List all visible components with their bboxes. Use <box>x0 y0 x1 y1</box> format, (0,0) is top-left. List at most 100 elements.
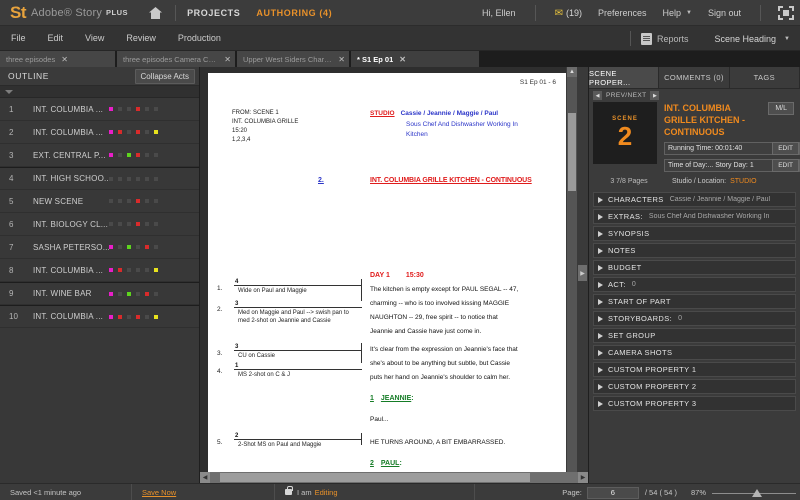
nav-projects[interactable]: PROJECTS <box>187 8 240 18</box>
outline-filter-row[interactable] <box>0 86 199 98</box>
shot-block-4[interactable]: 1 MS 2-shot on C & J <box>234 363 362 379</box>
tab-comments[interactable]: COMMENTS (0) <box>659 67 729 88</box>
shot-block-3[interactable]: 3 CU on Cassie <box>234 344 362 360</box>
reports-button[interactable]: Reports <box>657 34 689 44</box>
outline-row-number: 10 <box>9 312 33 321</box>
time-of-day-field[interactable]: Time of Day:... Story Day: 1 EDIT <box>664 159 800 172</box>
outline-empty-area <box>0 406 199 484</box>
shot-rule <box>234 350 362 351</box>
time-of-day-edit-button[interactable]: EDIT <box>772 159 799 172</box>
fullscreen-icon[interactable] <box>778 6 794 20</box>
property-accordion[interactable]: CUSTOM PROPERTY 1 <box>593 362 796 377</box>
menu-divider <box>630 31 631 46</box>
outline-row[interactable]: 4INT. HIGH SCHOO... <box>0 167 199 190</box>
messages-button[interactable]: ✉ (19) <box>555 8 582 19</box>
outline-row-tags <box>109 315 158 319</box>
save-now-link[interactable]: Save Now <box>142 488 176 497</box>
chevron-left-icon[interactable]: ◀ <box>593 91 602 100</box>
nav-authoring[interactable]: AUTHORING (4) <box>256 8 332 18</box>
action-paragraph-3[interactable]: HE TURNS AROUND, A BIT EMBARRASSED. <box>370 436 522 450</box>
property-accordion[interactable]: ACT:0 <box>593 277 796 292</box>
property-accordion[interactable]: EXTRAS:Sous Chef And Dishwasher Working … <box>593 209 796 224</box>
preferences-link[interactable]: Preferences <box>598 8 647 18</box>
element-type-select[interactable]: Scene Heading ▼ <box>715 34 797 44</box>
property-accordion[interactable]: SYNOPSIS <box>593 226 796 241</box>
outline-tag-dot <box>145 268 149 272</box>
close-icon[interactable]: ✕ <box>338 55 345 64</box>
scroll-thumb[interactable] <box>568 113 576 191</box>
tab-tags[interactable]: TAGS <box>730 67 800 88</box>
home-icon[interactable] <box>146 4 164 22</box>
property-accordion-list[interactable]: CHARACTERSCassie / Jeannie / Maggie / Pa… <box>589 192 800 413</box>
shot-block-1[interactable]: 4 Wide on Paul and Maggie <box>234 279 362 295</box>
property-accordion[interactable]: CAMERA SHOTS <box>593 345 796 360</box>
hscroll-thumb[interactable] <box>220 473 530 482</box>
close-icon[interactable]: ✕ <box>61 55 68 64</box>
ml-button[interactable]: M/L <box>768 102 794 115</box>
page-horizontal-scrollbar[interactable]: ◀ ▶ <box>200 472 588 483</box>
outline-row-name: INT. COLUMBIA ... <box>33 105 109 114</box>
outline-row[interactable]: 8INT. COLUMBIA ... <box>0 259 199 282</box>
tab-camera-cards[interactable]: three episodes Camera Cards 1 ✕ <box>117 51 235 67</box>
property-accordion[interactable]: STORYBOARDS:0 <box>593 311 796 326</box>
menu-view[interactable]: View <box>74 33 115 43</box>
sign-out-link[interactable]: Sign out <box>708 8 741 18</box>
collapse-acts-button[interactable]: Collapse Acts <box>135 69 195 84</box>
scroll-left-icon[interactable]: ◀ <box>200 472 210 483</box>
tab-scene-properties[interactable]: SCENE PROPER... <box>589 67 659 88</box>
menu-bar-right: Reports Scene Heading ▼ <box>630 26 796 51</box>
outline-row[interactable]: 7SASHA PETERSO... <box>0 236 199 259</box>
action-paragraph-2[interactable]: It's clear from the expression on Jeanni… <box>370 343 522 385</box>
chevron-right-icon[interactable]: ▶ <box>650 91 659 100</box>
scroll-right-icon[interactable]: ▶ <box>578 472 588 483</box>
property-accordion[interactable]: CHARACTERSCassie / Jeannie / Maggie / Pa… <box>593 192 796 207</box>
outline-tag-dot <box>127 315 131 319</box>
tab-upper-west-siders[interactable]: Upper West Siders Character ... ✕ <box>237 51 349 67</box>
property-accordion[interactable]: SET GROUP <box>593 328 796 343</box>
outline-row[interactable]: 5NEW SCENE <box>0 190 199 213</box>
menu-file[interactable]: File <box>0 33 37 43</box>
help-menu[interactable]: Help ▼ <box>663 8 692 18</box>
dialogue-block-1[interactable]: 1JEANNIE: Paul... <box>370 395 520 426</box>
running-time-edit-button[interactable]: EDIT <box>772 142 799 155</box>
shot-block-2[interactable]: 3 Med on Maggie and Paul --> swish pan t… <box>234 301 362 325</box>
property-accordion[interactable]: NOTES <box>593 243 796 258</box>
shot-block-5[interactable]: 2 2-Shot MS on Paul and Maggie <box>234 433 362 449</box>
outline-row[interactable]: 9INT. WINE BAR <box>0 282 199 305</box>
time-of-day-value: Time of Day:... Story Day: 1 <box>668 162 754 169</box>
page-input[interactable]: 6 <box>587 487 639 499</box>
property-accordion[interactable]: BUDGET <box>593 260 796 275</box>
menu-edit[interactable]: Edit <box>37 33 75 43</box>
save-now-cell[interactable]: Save Now <box>132 484 275 500</box>
outline-list[interactable]: 1INT. COLUMBIA ...2INT. COLUMBIA ...3EXT… <box>0 98 199 406</box>
outline-row[interactable]: 10INT. COLUMBIA ... <box>0 305 199 328</box>
tab-three-episodes[interactable]: three episodes ✕ <box>0 51 115 67</box>
outline-row[interactable]: 3EXT. CENTRAL P... <box>0 144 199 167</box>
outline-row[interactable]: 2INT. COLUMBIA ... <box>0 121 199 144</box>
close-icon[interactable]: ✕ <box>224 55 231 64</box>
outline-row[interactable]: 6INT. BIOLOGY CL... <box>0 213 199 236</box>
property-accordion[interactable]: CUSTOM PROPERTY 3 <box>593 396 796 411</box>
menu-review[interactable]: Review <box>115 33 167 43</box>
menu-production[interactable]: Production <box>167 33 232 43</box>
close-icon[interactable]: ✕ <box>399 55 406 64</box>
zoom-thumb[interactable] <box>752 489 762 497</box>
hscroll-track[interactable] <box>210 472 578 483</box>
scroll-up-icon[interactable]: ▲ <box>567 67 577 77</box>
action-paragraph-1[interactable]: The kitchen is empty except for PAUL SEG… <box>370 283 522 339</box>
script-page-area[interactable]: S1 Ep 01 - 6 FROM: SCENE 1 INT. COLUMBIA… <box>200 67 566 483</box>
outline-tag-dot <box>109 245 113 249</box>
running-time-field[interactable]: Running Time: 00:01:40 EDIT <box>664 142 800 155</box>
outline-row[interactable]: 1INT. COLUMBIA ... <box>0 98 199 121</box>
dialogue-line: Paul... <box>370 413 520 426</box>
page-vertical-scrollbar[interactable]: ▲ ▼ <box>566 67 577 483</box>
tab-s1-ep-01[interactable]: * S1 Ep 01 ✕ <box>351 51 479 67</box>
property-accordion[interactable]: CUSTOM PROPERTY 2 <box>593 379 796 394</box>
property-accordion[interactable]: START OF PART <box>593 294 796 309</box>
scene-heading-row[interactable]: 2. INT. COLUMBIA GRILLE KITCHEN - CONTIN… <box>318 177 566 184</box>
outline-tag-dot <box>127 153 131 157</box>
splitter-handle[interactable]: ▶ <box>578 265 587 281</box>
zoom-slider[interactable] <box>712 487 796 499</box>
script-page[interactable]: S1 Ep 01 - 6 FROM: SCENE 1 INT. COLUMBIA… <box>208 73 566 483</box>
panel-splitter[interactable]: ▶ <box>577 67 588 483</box>
